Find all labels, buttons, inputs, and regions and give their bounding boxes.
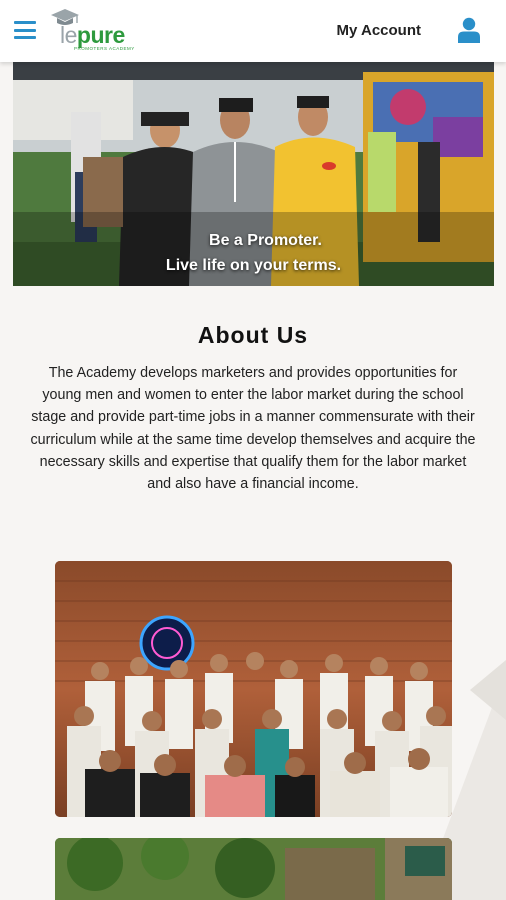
outdoor-photo (55, 838, 452, 900)
lepure-logo[interactable]: lepure PROMOTERS ACADEMY (48, 6, 140, 56)
team-photo (55, 561, 452, 817)
logo-tagline: PROMOTERS ACADEMY (74, 46, 135, 51)
hero-banner: Be a Promoter. Live life on your terms. (13, 62, 494, 286)
about-us-text: The Academy develops marketers and provi… (30, 365, 476, 493)
team-photo-image (55, 561, 452, 817)
my-account-link[interactable]: My Account (337, 22, 421, 39)
hero-caption-line2: Live life on your terms. (165, 257, 342, 274)
hero-caption: Be a Promoter. Live life on your terms. (13, 228, 494, 278)
about-us-heading: About Us (197, 322, 309, 348)
hamburger-menu-icon[interactable] (14, 21, 36, 39)
outdoor-photo-image (55, 838, 452, 900)
logo-text: lepure (60, 22, 125, 48)
hero-caption-line1: Be a Promoter. (209, 232, 322, 249)
user-icon[interactable] (458, 17, 480, 43)
app-header: lepure PROMOTERS ACADEMY My Account (0, 0, 506, 62)
